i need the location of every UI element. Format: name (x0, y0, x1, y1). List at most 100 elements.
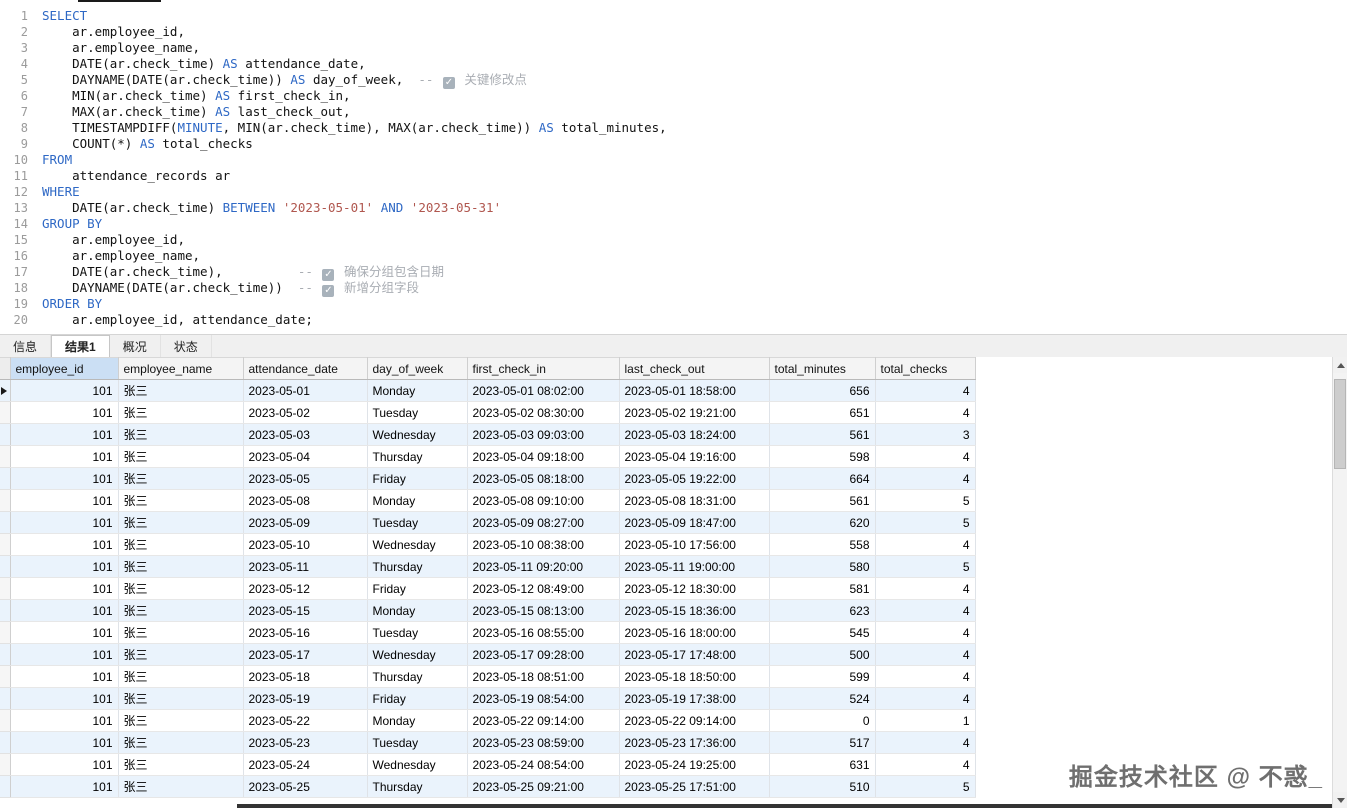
tab-result-1[interactable]: 结果1 (51, 335, 110, 357)
cell-day_of_week[interactable]: Monday (367, 379, 468, 402)
cell-employee_id[interactable]: 101 (10, 599, 119, 622)
cell-total_minutes[interactable]: 580 (769, 555, 876, 578)
row-indicator[interactable] (0, 599, 11, 622)
cell-employee_id[interactable]: 101 (10, 775, 119, 798)
cell-day_of_week[interactable]: Wednesday (367, 643, 468, 666)
cell-attendance_date[interactable]: 2023-05-11 (243, 555, 368, 578)
cell-attendance_date[interactable]: 2023-05-16 (243, 621, 368, 644)
column-header-last_check_out[interactable]: last_check_out (619, 357, 770, 380)
cell-day_of_week[interactable]: Thursday (367, 665, 468, 688)
cell-employee_id[interactable]: 101 (10, 533, 119, 556)
cell-day_of_week[interactable]: Thursday (367, 555, 468, 578)
cell-employee_id[interactable]: 101 (10, 709, 119, 732)
cell-employee_id[interactable]: 101 (10, 643, 119, 666)
cell-first_check_in[interactable]: 2023-05-12 08:49:00 (467, 577, 620, 600)
cell-employee_name[interactable]: 张三 (118, 643, 244, 666)
cell-last_check_out[interactable]: 2023-05-02 19:21:00 (619, 401, 770, 424)
cell-attendance_date[interactable]: 2023-05-17 (243, 643, 368, 666)
cell-last_check_out[interactable]: 2023-05-12 18:30:00 (619, 577, 770, 600)
cell-attendance_date[interactable]: 2023-05-24 (243, 753, 368, 776)
cell-day_of_week[interactable]: Friday (367, 577, 468, 600)
cell-total_checks[interactable]: 4 (875, 687, 976, 710)
cell-last_check_out[interactable]: 2023-05-01 18:58:00 (619, 379, 770, 402)
cell-total_checks[interactable]: 5 (875, 511, 976, 534)
cell-employee_id[interactable]: 101 (10, 445, 119, 468)
cell-employee_id[interactable]: 101 (10, 467, 119, 490)
cell-total_minutes[interactable]: 651 (769, 401, 876, 424)
cell-total_checks[interactable]: 4 (875, 665, 976, 688)
cell-last_check_out[interactable]: 2023-05-04 19:16:00 (619, 445, 770, 468)
cell-attendance_date[interactable]: 2023-05-18 (243, 665, 368, 688)
row-indicator[interactable] (0, 379, 11, 402)
cell-total_checks[interactable]: 4 (875, 599, 976, 622)
cell-day_of_week[interactable]: Tuesday (367, 731, 468, 754)
cell-first_check_in[interactable]: 2023-05-24 08:54:00 (467, 753, 620, 776)
cell-first_check_in[interactable]: 2023-05-23 08:59:00 (467, 731, 620, 754)
cell-day_of_week[interactable]: Wednesday (367, 533, 468, 556)
grid-corner-cell[interactable] (0, 357, 11, 380)
cell-total_minutes[interactable]: 664 (769, 467, 876, 490)
cell-last_check_out[interactable]: 2023-05-23 17:36:00 (619, 731, 770, 754)
cell-employee_name[interactable]: 张三 (118, 731, 244, 754)
cell-day_of_week[interactable]: Friday (367, 687, 468, 710)
column-header-employee_name[interactable]: employee_name (118, 357, 244, 380)
cell-employee_name[interactable]: 张三 (118, 665, 244, 688)
cell-last_check_out[interactable]: 2023-05-08 18:31:00 (619, 489, 770, 512)
row-indicator[interactable] (0, 511, 11, 534)
cell-employee_id[interactable]: 101 (10, 423, 119, 446)
cell-last_check_out[interactable]: 2023-05-25 17:51:00 (619, 775, 770, 798)
cell-day_of_week[interactable]: Friday (367, 467, 468, 490)
cell-day_of_week[interactable]: Wednesday (367, 753, 468, 776)
cell-employee_name[interactable]: 张三 (118, 379, 244, 402)
column-header-first_check_in[interactable]: first_check_in (467, 357, 620, 380)
cell-employee_id[interactable]: 101 (10, 665, 119, 688)
cell-first_check_in[interactable]: 2023-05-19 08:54:00 (467, 687, 620, 710)
row-indicator[interactable] (0, 467, 11, 490)
row-indicator[interactable] (0, 665, 11, 688)
cell-total_checks[interactable]: 4 (875, 643, 976, 666)
scroll-up-button[interactable] (1333, 357, 1347, 373)
cell-employee_id[interactable]: 101 (10, 577, 119, 600)
scroll-down-button[interactable] (1333, 792, 1347, 808)
cell-total_checks[interactable]: 5 (875, 489, 976, 512)
cell-employee_name[interactable]: 张三 (118, 533, 244, 556)
cell-last_check_out[interactable]: 2023-05-24 19:25:00 (619, 753, 770, 776)
column-header-total_checks[interactable]: total_checks (875, 357, 976, 380)
cell-first_check_in[interactable]: 2023-05-08 09:10:00 (467, 489, 620, 512)
row-indicator[interactable] (0, 753, 11, 776)
cell-total_checks[interactable]: 4 (875, 577, 976, 600)
cell-total_minutes[interactable]: 545 (769, 621, 876, 644)
column-header-employee_id[interactable]: employee_id (10, 357, 119, 380)
cell-employee_name[interactable]: 张三 (118, 445, 244, 468)
row-indicator[interactable] (0, 423, 11, 446)
cell-attendance_date[interactable]: 2023-05-15 (243, 599, 368, 622)
cell-employee_name[interactable]: 张三 (118, 423, 244, 446)
cell-first_check_in[interactable]: 2023-05-02 08:30:00 (467, 401, 620, 424)
cell-day_of_week[interactable]: Thursday (367, 775, 468, 798)
cell-total_checks[interactable]: 4 (875, 379, 976, 402)
cell-last_check_out[interactable]: 2023-05-18 18:50:00 (619, 665, 770, 688)
row-indicator[interactable] (0, 621, 11, 644)
tab-status[interactable]: 状态 (161, 335, 212, 357)
cell-attendance_date[interactable]: 2023-05-05 (243, 467, 368, 490)
cell-total_minutes[interactable]: 517 (769, 731, 876, 754)
tab-overview[interactable]: 概况 (110, 335, 161, 357)
cell-employee_name[interactable]: 张三 (118, 555, 244, 578)
cell-employee_name[interactable]: 张三 (118, 489, 244, 512)
cell-last_check_out[interactable]: 2023-05-05 19:22:00 (619, 467, 770, 490)
vertical-scrollbar[interactable] (1332, 357, 1347, 808)
cell-attendance_date[interactable]: 2023-05-23 (243, 731, 368, 754)
cell-total_checks[interactable]: 4 (875, 467, 976, 490)
cell-attendance_date[interactable]: 2023-05-03 (243, 423, 368, 446)
cell-attendance_date[interactable]: 2023-05-22 (243, 709, 368, 732)
column-header-day_of_week[interactable]: day_of_week (367, 357, 468, 380)
cell-first_check_in[interactable]: 2023-05-05 08:18:00 (467, 467, 620, 490)
cell-attendance_date[interactable]: 2023-05-02 (243, 401, 368, 424)
cell-attendance_date[interactable]: 2023-05-08 (243, 489, 368, 512)
cell-total_checks[interactable]: 4 (875, 445, 976, 468)
cell-last_check_out[interactable]: 2023-05-19 17:38:00 (619, 687, 770, 710)
horizontal-scrollbar-thumb[interactable] (237, 804, 1332, 808)
cell-employee_name[interactable]: 张三 (118, 775, 244, 798)
cell-day_of_week[interactable]: Tuesday (367, 621, 468, 644)
tab-info[interactable]: 信息 (0, 335, 52, 357)
